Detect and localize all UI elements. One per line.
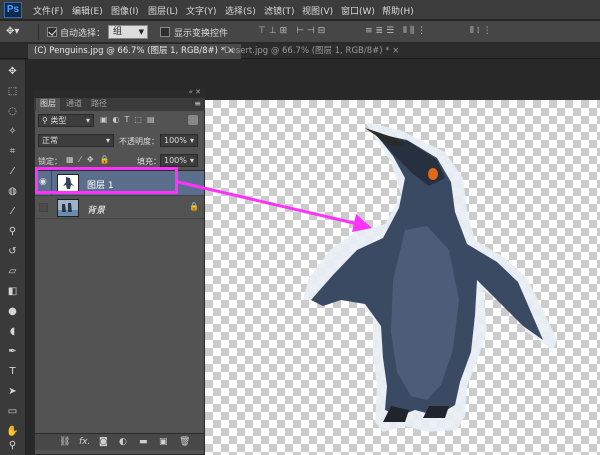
annotation-arrow <box>177 180 372 232</box>
